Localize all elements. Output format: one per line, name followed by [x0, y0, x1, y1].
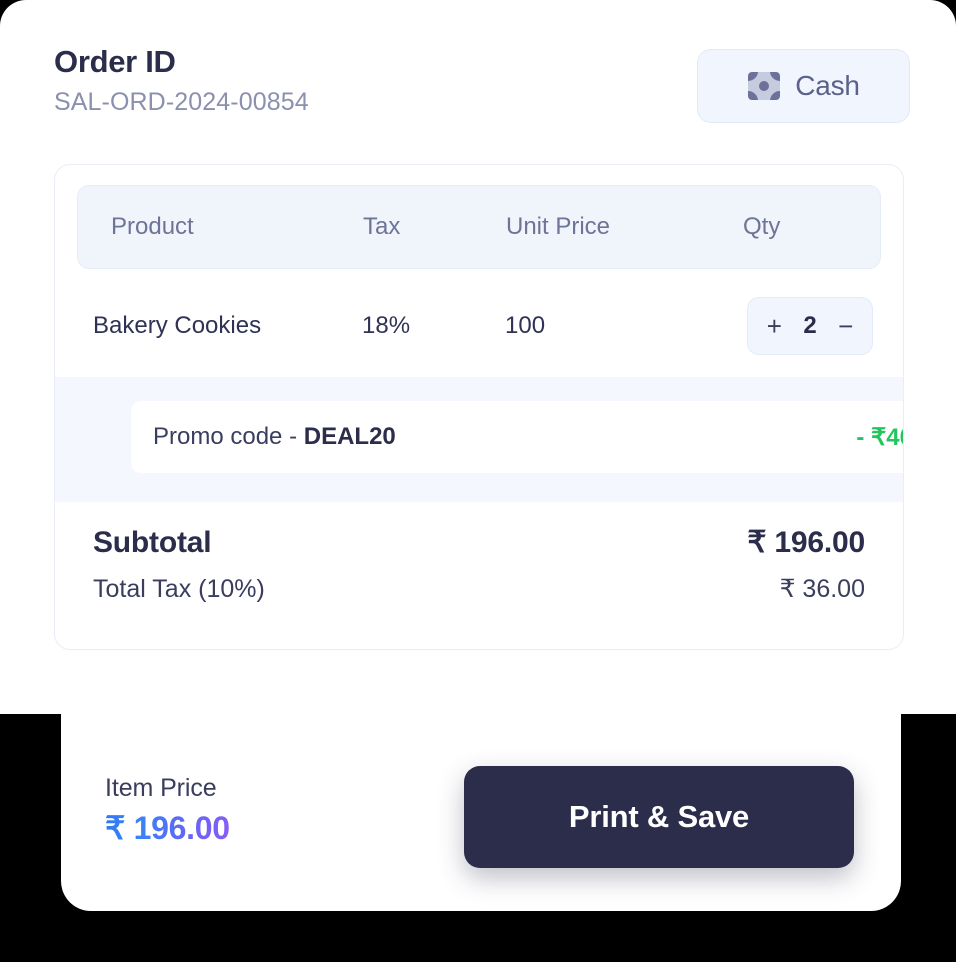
- increment-quantity-button[interactable]: +: [763, 311, 786, 341]
- promo-band: Promo code - DEAL20 - ₹40: [55, 377, 903, 502]
- promo-code-value: DEAL20: [303, 423, 396, 450]
- item-price-value: ₹ 196.00: [105, 810, 230, 846]
- promo-discount-value: - ₹40: [856, 423, 903, 451]
- item-price-label: Item Price: [105, 774, 217, 802]
- order-items-card: Product Tax Unit Price Qty Bakery Cookie…: [54, 164, 904, 650]
- column-header-tax: Tax: [363, 213, 401, 240]
- promo-code-row[interactable]: Promo code - DEAL20 - ₹40: [131, 401, 903, 473]
- column-header-product: Product: [111, 213, 194, 240]
- cash-icon: [747, 69, 781, 103]
- subtotal-value: ₹ 196.00: [747, 526, 865, 559]
- subtotal-label: Subtotal: [93, 526, 212, 559]
- promo-prefix: Promo code -: [153, 423, 304, 450]
- print-and-save-button[interactable]: Print & Save: [464, 766, 854, 868]
- cell-tax: 18%: [362, 312, 411, 339]
- cell-unit-price: 100: [505, 312, 546, 339]
- payment-method-button[interactable]: Cash: [697, 49, 910, 123]
- total-tax-label: Total Tax (10%): [93, 575, 265, 603]
- quantity-stepper[interactable]: + 2 −: [747, 297, 873, 355]
- footer-action-bar: Item Price ₹ 196.00 Print & Save: [61, 714, 901, 911]
- payment-method-label: Cash: [795, 70, 860, 101]
- table-header-row: Product Tax Unit Price Qty: [77, 185, 881, 269]
- item-price-block: Item Price ₹ 196.00: [105, 774, 230, 847]
- totals-section: Subtotal ₹ 196.00 Total Tax (10%) ₹ 36.0…: [93, 525, 865, 604]
- decrement-quantity-button[interactable]: −: [834, 311, 857, 341]
- receipt-card: Order ID SAL-ORD-2024-00854 Cash Product…: [0, 0, 956, 714]
- total-tax-value: ₹ 36.00: [779, 575, 865, 603]
- order-header: Order ID SAL-ORD-2024-00854 Cash: [54, 44, 910, 144]
- column-header-qty: Qty: [743, 213, 781, 240]
- quantity-value: 2: [803, 312, 817, 339]
- screen: Order ID SAL-ORD-2024-00854 Cash Product…: [0, 0, 956, 962]
- cell-product: Bakery Cookies: [93, 312, 262, 339]
- promo-code-text: Promo code - DEAL20: [153, 423, 396, 451]
- table-row: Bakery Cookies 18% 100 + 2 −: [77, 279, 903, 373]
- subtotal-row: Subtotal ₹ 196.00: [93, 525, 865, 560]
- column-header-unit-price: Unit Price: [506, 213, 611, 240]
- total-tax-row: Total Tax (10%) ₹ 36.00: [93, 574, 865, 604]
